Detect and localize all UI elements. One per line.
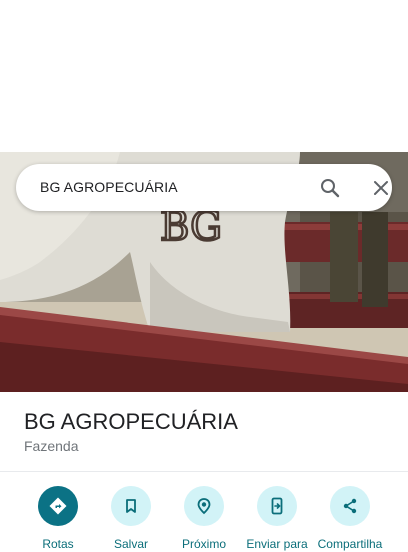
divider [0,471,408,472]
directions-button[interactable]: Rotas [20,486,96,552]
search-bar[interactable]: BG AGROPECUÁRIA [16,164,392,211]
send-to-phone-icon [257,486,297,526]
action-bar: Rotas Salvar Próximo Enviar para Compart… [0,486,408,551]
map-top-area [0,0,408,152]
close-icon[interactable] [369,176,393,200]
share-button[interactable]: Compartilha [312,486,388,552]
bookmark-icon [111,486,151,526]
directions-label: Rotas [42,537,74,551]
send-to-phone-button[interactable]: Enviar para [239,486,315,552]
share-label: Compartilha [317,537,383,551]
save-button[interactable]: Salvar [93,486,169,552]
nearby-label: Próximo [181,537,226,551]
save-label: Salvar [113,537,148,551]
nearby-button[interactable]: Próximo [166,486,242,552]
directions-icon [38,486,78,526]
send-to-phone-label: Enviar para [246,537,308,551]
search-icon[interactable] [318,176,342,200]
share-icon [330,486,370,526]
nearby-icon [184,486,224,526]
search-input[interactable]: BG AGROPECUÁRIA [40,164,178,211]
place-category: Fazenda [24,438,79,454]
place-title: BG AGROPECUÁRIA [24,409,238,434]
